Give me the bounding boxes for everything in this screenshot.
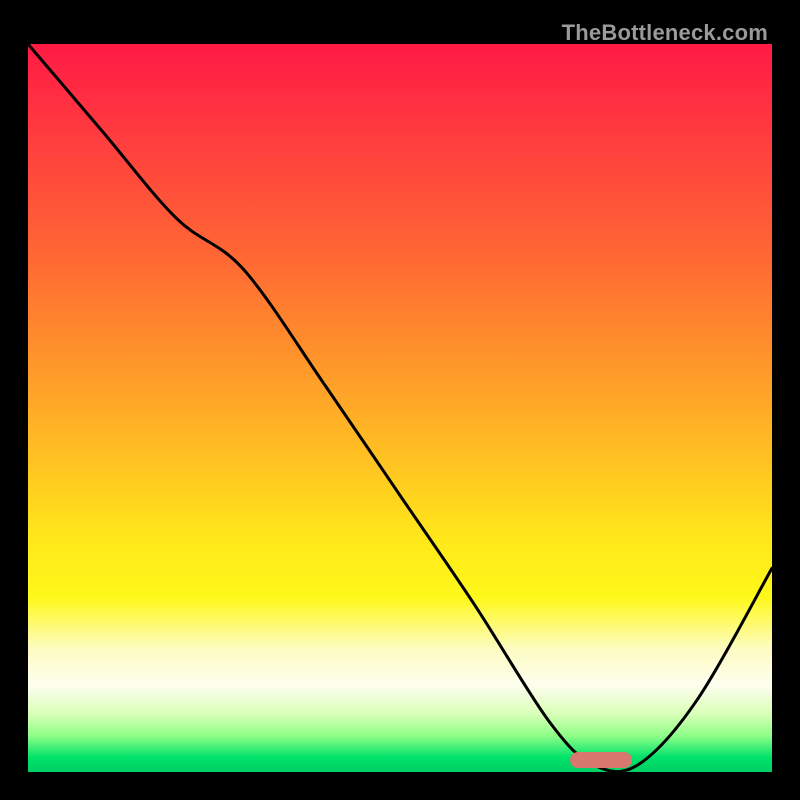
- chart-frame: TheBottleneck.com: [14, 14, 786, 786]
- plot-area: [28, 44, 772, 772]
- bottleneck-curve: [28, 44, 772, 772]
- curve-path: [28, 44, 772, 772]
- optimal-range-marker: [570, 752, 632, 768]
- watermark-text: TheBottleneck.com: [562, 20, 768, 46]
